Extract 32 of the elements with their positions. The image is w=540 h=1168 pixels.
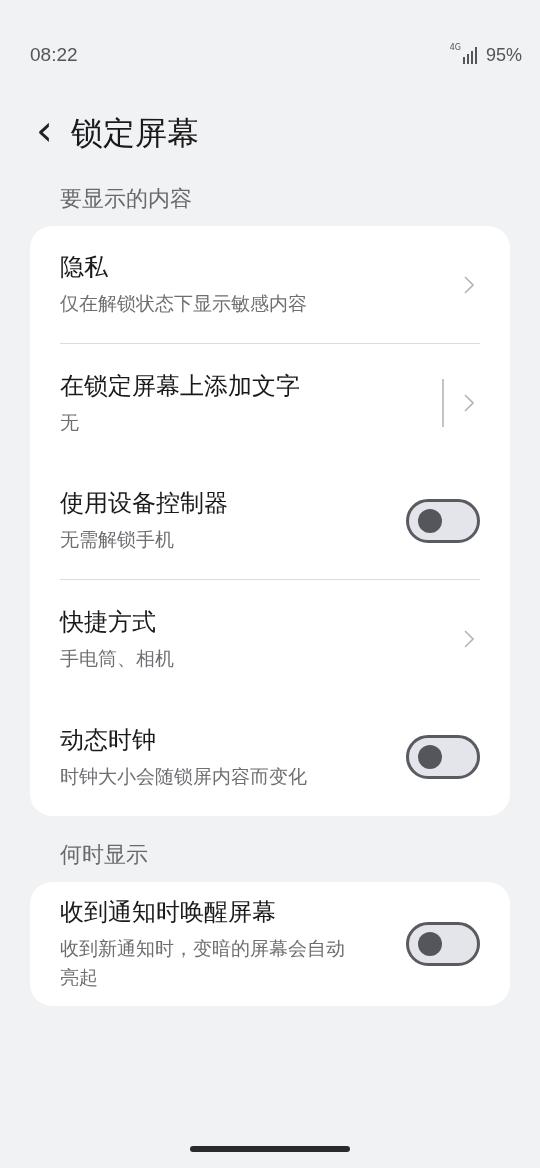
row-subtitle: 收到新通知时，变暗的屏幕会自动亮起 xyxy=(60,936,346,990)
settings-row[interactable]: 快捷方式 手电筒、相机 xyxy=(60,580,480,698)
settings-row[interactable]: 动态时钟 时钟大小会随锁屏内容而变化 xyxy=(60,698,480,816)
battery-percent: 95% xyxy=(485,44,522,66)
section-title: 何时显示 xyxy=(59,841,149,869)
row-title: 使用设备控制器 xyxy=(60,488,228,519)
toggle-switch[interactable] xyxy=(406,735,480,779)
toggle-switch[interactable] xyxy=(406,922,480,966)
toggle-switch[interactable] xyxy=(406,498,480,543)
chevron-right-icon xyxy=(464,275,474,294)
back-button[interactable]: ‹ xyxy=(30,111,59,157)
settings-row[interactable]: 隐私 仅在解锁状态下显示敏感内容 xyxy=(60,226,480,344)
page-title: 锁定屏幕 xyxy=(70,113,199,154)
row-subtitle: 时钟大小会随锁屏内容而变化 xyxy=(60,763,307,789)
settings-row[interactable]: 使用设备控制器 无需解锁手机 xyxy=(60,462,480,580)
status-time: 08:22 xyxy=(30,44,78,66)
settings-row[interactable]: 在锁定屏幕上添加文字 无 xyxy=(60,344,480,462)
row-title: 快捷方式 xyxy=(60,606,157,638)
section-title: 要显示的内容 xyxy=(59,185,193,213)
chevron-right-icon xyxy=(464,630,474,648)
row-subtitle: 仅在解锁状态下显示敏感内容 xyxy=(60,291,307,316)
settings-row[interactable]: 收到通知时唤醒屏幕 收到新通知时，变暗的屏幕会自动亮起 xyxy=(60,882,480,1006)
row-title: 在锁定屏幕上添加文字 xyxy=(60,370,300,402)
network-type: 4G xyxy=(449,42,461,52)
chevron-right-icon xyxy=(464,394,474,412)
row-title: 隐私 xyxy=(60,252,109,283)
row-subtitle: 无 xyxy=(60,409,80,435)
row-title: 收到通知时唤醒屏幕 xyxy=(60,897,277,928)
row-title: 动态时钟 xyxy=(60,724,157,756)
signal-icon xyxy=(462,46,477,64)
row-subtitle: 无需解锁手机 xyxy=(60,527,175,552)
row-subtitle: 手电筒、相机 xyxy=(60,645,174,671)
